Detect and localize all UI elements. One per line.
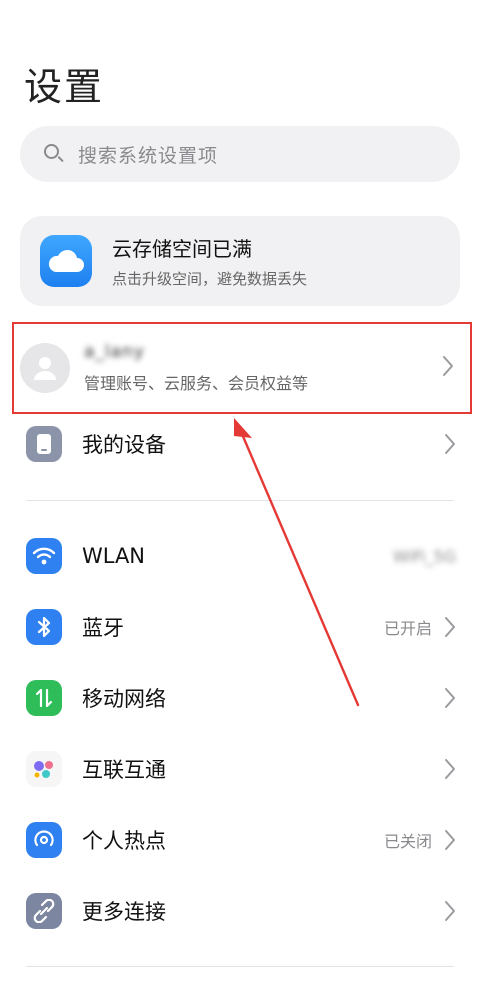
item-label: 更多连接 [82,900,166,924]
chevron-right-icon [445,830,455,850]
chevron-right-icon [445,759,455,779]
device-icon [26,426,62,462]
list-item-more-connections[interactable]: 更多连接 [0,881,480,941]
list-item-mobile-network[interactable]: 移动网络 [0,668,480,728]
bluetooth-status: 已开启 [383,619,432,638]
avatar [20,343,70,393]
item-label: WLAN [82,544,146,568]
wifi-icon [26,538,62,574]
interconnect-icon [26,751,62,787]
cloud-storage-banner[interactable]: 云存储空间已满 点击升级空间，避免数据丢失 [20,216,460,306]
chevron-right-icon [445,901,455,921]
mobile-network-icon [26,680,62,716]
account-subtitle: 管理账号、云服务、会员权益等 [84,374,309,393]
wlan-status: WiFi_5G [393,546,456,566]
divider [26,966,454,967]
chevron-right-icon [445,434,455,454]
divider [26,500,454,501]
cloud-banner-subtitle: 点击升级空间，避免数据丢失 [112,270,308,288]
list-item-wlan[interactable]: WLAN WiFi_5G [0,526,480,586]
chevron-right-icon [445,688,455,708]
hotspot-icon [26,822,62,858]
chevron-right-icon [443,356,453,376]
search-bar[interactable]: 搜索系统设置项 [20,126,460,182]
item-label: 移动网络 [82,687,166,711]
list-item-my-device[interactable]: 我的设备 [0,414,480,474]
item-label: 我的设备 [82,433,166,457]
list-item-bluetooth[interactable]: 蓝牙 已开启 [0,597,480,657]
list-item-interconnect[interactable]: 互联互通 [0,739,480,799]
account-row[interactable]: a_lany 管理账号、云服务、会员权益等 [12,322,472,414]
bluetooth-icon [26,609,62,645]
cloud-icon [40,235,92,287]
search-icon [42,142,66,166]
account-name: a_lany [84,342,145,362]
item-label: 蓝牙 [82,616,124,640]
chevron-right-icon [445,617,455,637]
item-label: 个人热点 [82,829,166,853]
search-placeholder: 搜索系统设置项 [78,144,219,167]
more-connections-icon [26,893,62,929]
page-title: 设置 [24,65,105,109]
list-item-hotspot[interactable]: 个人热点 已关闭 [0,810,480,870]
cloud-banner-title: 云存储空间已满 [112,237,252,261]
item-label: 互联互通 [82,758,166,782]
hotspot-status: 已关闭 [383,832,432,851]
